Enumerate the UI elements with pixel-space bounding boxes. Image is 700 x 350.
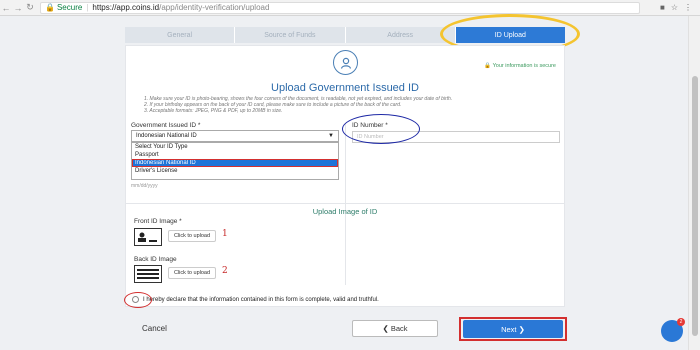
url-separator: | [86,3,89,12]
option-drivers-license[interactable]: Driver's License [132,167,338,175]
declaration-row: I hereby declare that the information co… [132,296,379,303]
next-button[interactable]: Next ❯ [463,320,563,338]
cancel-link[interactable]: Cancel [142,324,167,333]
back-arrow-icon[interactable]: ← [0,3,12,13]
chevron-right-icon: ❯ [516,324,525,334]
back-id-label: Back ID Image [134,256,177,263]
option-passport[interactable]: Passport [132,151,338,159]
back-label: Back [390,324,408,333]
star-icon[interactable]: ☆ [671,3,678,12]
upload-id-card: 🔒 Your information is secure Upload Gove… [125,45,565,307]
secure-note: 🔒 Your information is secure [484,63,556,69]
annotation-number-1: 1 [222,229,228,239]
chevron-left-icon: ❮ [382,324,391,333]
annotation-number-2: 2 [222,266,228,276]
page-scrollbar[interactable] [688,16,700,350]
column-divider [345,123,346,285]
url-path: /app/identity-verification/upload [159,3,270,12]
declaration-text: I hereby declare that the information co… [143,296,379,303]
id-type-label: Government Issued ID * [131,122,201,129]
front-id-label: Front ID Image * [134,218,182,225]
id-type-value: Indonesian National ID [136,133,197,139]
step-source-of-funds[interactable]: Source of Funds [234,27,345,43]
blue-circle-annotation [342,114,420,144]
back-upload-button[interactable]: Click to upload [168,267,216,279]
reload-icon[interactable]: ↻ [24,2,36,13]
address-bar[interactable]: 🔒 Secure | https://app.coins.id /app/ide… [40,1,640,14]
id-type-dropdown: Select Your ID Type Passport Indonesian … [131,142,339,180]
secure-label: Secure [56,3,83,12]
id-type-select[interactable]: Indonesian National ID ▼ [131,130,339,142]
red-circle-annotation [124,292,152,308]
id-card-back-icon [134,265,162,283]
lock-icon: 🔒 [45,3,55,12]
id-card-front-icon [134,228,162,246]
user-avatar-icon [333,50,358,75]
option-select-id-type[interactable]: Select Your ID Type [132,143,338,151]
next-label: Next [501,324,517,334]
chat-badge: 2 [677,318,685,326]
upload-section-title: Upload Image of ID [312,207,378,216]
camera-icon[interactable]: ■ [660,3,665,12]
forward-arrow-icon[interactable]: → [12,3,24,13]
chevron-down-icon: ▼ [328,133,334,139]
menu-icon[interactable]: ⋮ [684,3,692,12]
front-upload-button[interactable]: Click to upload [168,230,216,242]
back-button[interactable]: ❮ Back [352,320,438,337]
upload-instructions: 1. Make sure your ID is photo-bearing, s… [144,96,452,114]
browser-toolbar: ← → ↻ 🔒 Secure | https://app.coins.id /a… [0,0,700,16]
step-general[interactable]: General [125,27,235,43]
dob-hint: mm/dd/yyyy [131,183,158,189]
instruction-3: 3. Acceptable formats: JPEG, PNG & PDF, … [144,108,283,114]
option-indonesian-national-id[interactable]: Indonesian National ID [132,159,338,167]
scroll-thumb[interactable] [692,76,698,336]
step-address[interactable]: Address [344,27,455,43]
url-host: https://app.coins.id [92,3,160,12]
page-title: Upload Government Issued ID [271,82,419,94]
section-divider [126,203,564,204]
